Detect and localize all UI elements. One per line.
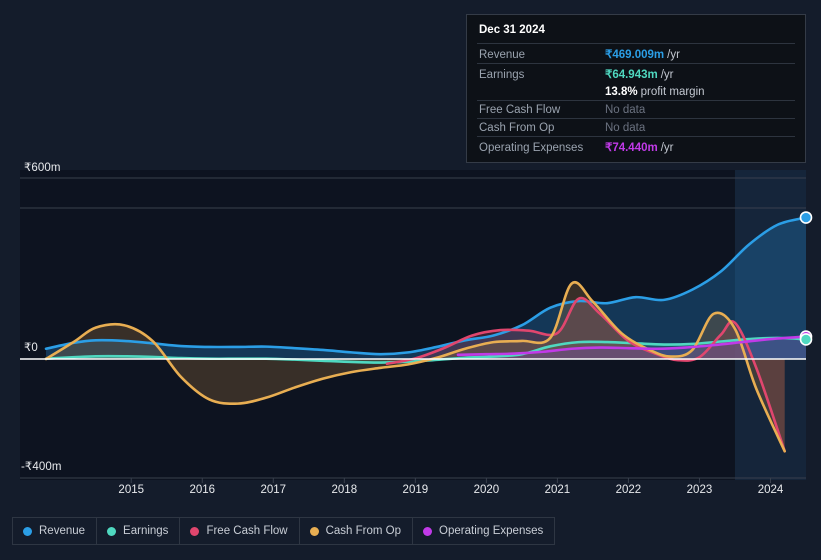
tooltip-date: Dec 31 2024 xyxy=(479,24,545,36)
x-axis-tick: 2021 xyxy=(544,484,571,496)
legend-color-swatch-icon xyxy=(423,526,433,536)
tooltip-row-value: ₹469.009m xyxy=(605,48,665,61)
financial-chart-widget: ₹600m ₹0 -₹400m 2015 2016 2017 2018 2019 2020 20… xyxy=(0,0,821,560)
legend-color-swatch-icon xyxy=(23,526,32,536)
tooltip-rows: Revenue ₹469.009m/yr Earnings ₹64.943m/yr 13… xyxy=(477,43,795,156)
tooltip-row-label: Cash From Op xyxy=(479,121,555,134)
x-axis-tick: 2018 xyxy=(331,484,358,496)
tooltip-row-value: 13.8% xyxy=(605,85,638,98)
x-axis-tick: 2023 xyxy=(686,484,713,496)
tooltip-row: Free Cash Flow No data xyxy=(477,100,795,118)
x-axis-tick: 2016 xyxy=(189,484,216,496)
x-axis-tick: 2024 xyxy=(757,484,784,496)
tooltip-row: Cash From Op No data xyxy=(477,118,795,136)
tooltip-row-value: ₹64.943m xyxy=(605,68,658,81)
chart-legend[interactable]: Revenue Earnings Free Cash Flow Cash From O… xyxy=(12,517,556,545)
legend-item-earnings[interactable]: Earnings xyxy=(96,517,180,545)
legend-item-revenue[interactable]: Revenue xyxy=(12,517,97,545)
legend-item-operating-expenses[interactable]: Operating Expenses xyxy=(412,517,556,545)
tooltip-row-label: Earnings xyxy=(479,68,525,81)
tooltip-row-value: No data xyxy=(605,103,646,116)
legend-item-label: Operating Expenses xyxy=(439,525,544,537)
x-axis-tick: 2019 xyxy=(402,484,429,496)
end-marker-revenue xyxy=(799,211,813,224)
tooltip-row-unit: /yr xyxy=(660,68,674,81)
legend-color-swatch-icon xyxy=(309,526,319,536)
tooltip-row-label: Revenue xyxy=(479,48,526,61)
tooltip-row: Revenue ₹469.009m/yr xyxy=(477,43,795,63)
y-axis-tick: ₹0 xyxy=(24,342,38,354)
legend-item-free-cash-flow[interactable]: Free Cash Flow xyxy=(179,517,299,545)
tooltip-row: Earnings ₹64.943m/yr xyxy=(477,63,795,83)
legend-item-label: Revenue xyxy=(39,525,86,537)
tooltip-row-unit: profit margin xyxy=(640,85,705,98)
tooltip-row: 13.8% profit margin xyxy=(477,83,795,100)
x-axis-tick: 2022 xyxy=(615,484,642,496)
x-axis-tick: 2020 xyxy=(473,484,500,496)
x-axis-tick: 2017 xyxy=(260,484,287,496)
data-tooltip: Dec 31 2024 Revenue ₹469.009m/yr Earnings ₹… xyxy=(466,14,806,163)
tooltip-row-unit: /yr xyxy=(660,141,674,154)
tooltip-row-label: Operating Expenses xyxy=(479,141,584,154)
legend-item-cash-from-op[interactable]: Cash From Op xyxy=(298,517,413,545)
tooltip-row-value: ₹74.440m xyxy=(605,141,658,154)
end-marker-earnings xyxy=(799,333,813,346)
y-axis-tick: -₹400m xyxy=(21,461,62,473)
tooltip-row-unit: /yr xyxy=(667,48,680,61)
y-axis-tick: ₹600m xyxy=(24,162,61,174)
legend-item-label: Cash From Op xyxy=(325,525,402,537)
legend-color-swatch-icon xyxy=(107,526,117,536)
tooltip-row-label: Free Cash Flow xyxy=(479,103,561,116)
tooltip-row-value: No data xyxy=(605,121,646,134)
legend-item-label: Free Cash Flow xyxy=(206,525,288,537)
tooltip-row: Operating Expenses ₹74.440m/yr xyxy=(477,136,795,156)
legend-color-swatch-icon xyxy=(190,526,200,536)
legend-item-label: Earnings xyxy=(123,525,169,537)
x-axis-tick: 2015 xyxy=(118,484,145,496)
